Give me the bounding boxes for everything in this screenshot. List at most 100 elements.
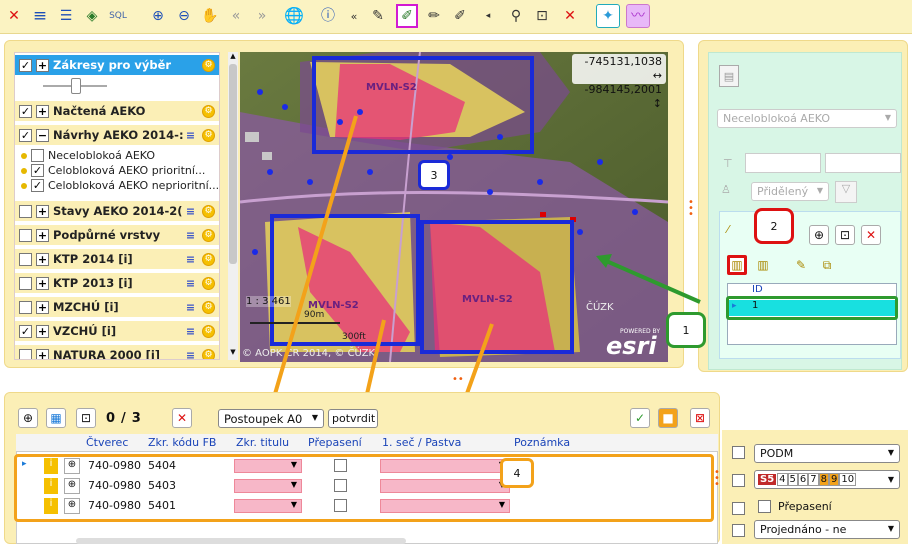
info-icon[interactable]: ⓘ (318, 6, 338, 26)
forward-icon[interactable]: » (252, 6, 272, 26)
list-icon[interactable]: ≡ (30, 6, 50, 26)
brush-icon[interactable]: 〰 (626, 4, 650, 28)
sublayer-checkbox[interactable]: ✓ (31, 179, 44, 192)
s5-badge[interactable]: S5 (758, 474, 777, 485)
list-icon[interactable]: ≡ (184, 253, 197, 266)
draw-icon[interactable]: ✐ (396, 4, 418, 28)
delete-icon[interactable]: ✕ (560, 6, 580, 26)
list-icon[interactable]: ≡ (184, 301, 197, 314)
expand-icon[interactable]: + (36, 300, 49, 314)
expand-icon[interactable]: + (36, 58, 49, 72)
layer-item[interactable]: + Stavy AEKO 2014-2( ≡ ⚙ (15, 201, 219, 221)
num-cell[interactable]: 4 (777, 473, 788, 486)
num-cell[interactable]: 6 (797, 473, 809, 486)
table-hscrollbar[interactable] (76, 538, 406, 544)
column-header[interactable]: Zkr. kódu FB (148, 436, 216, 449)
splitter-handle[interactable]: • • • (688, 198, 694, 220)
gear-icon[interactable]: ⚙ (202, 128, 215, 142)
num-cell[interactable]: 7 (808, 473, 819, 486)
num-cell[interactable]: 8 (818, 473, 830, 486)
cancel-save-icon[interactable]: ⊠ (690, 408, 710, 428)
expand-icon[interactable]: + (36, 252, 49, 266)
sql-icon[interactable]: SQL (108, 6, 128, 26)
list-icon[interactable]: ≡ (184, 229, 197, 242)
layer-item[interactable]: + KTP 2014 [i] ≡ ⚙ (15, 249, 219, 269)
delete-icon[interactable]: ✕ (861, 225, 881, 245)
opacity-slider-handle[interactable] (71, 78, 81, 94)
list-icon[interactable]: ≡ (184, 325, 197, 338)
layer-item[interactable]: + KTP 2013 [i] ≡ ⚙ (15, 273, 219, 293)
layer-checkbox[interactable] (19, 276, 32, 290)
pin-icon[interactable]: ⚲ (506, 6, 526, 26)
back-icon[interactable]: « (226, 6, 246, 26)
checkbox[interactable] (732, 446, 745, 459)
expand-icon[interactable]: + (36, 104, 49, 118)
collapse-icon[interactable]: « (344, 6, 364, 26)
expand-icon[interactable]: + (36, 276, 49, 290)
gear-icon[interactable]: ⚙ (202, 104, 215, 118)
postup-dropdown[interactable]: Postoupek A0 (218, 409, 324, 428)
expand-icon[interactable]: + (36, 204, 49, 218)
num-cell[interactable]: 9 (829, 473, 840, 486)
close-icon[interactable]: ✕ (4, 6, 24, 26)
scroll-down-icon[interactable]: ▼ (229, 348, 237, 358)
zoom-out-icon[interactable]: ⊖ (174, 6, 194, 26)
confirm-icon[interactable]: ✓ (630, 408, 650, 428)
layer-checkbox[interactable] (19, 300, 32, 314)
sublayer-checkbox[interactable]: ✓ (31, 164, 44, 177)
list-icon[interactable]: ≡ (184, 277, 197, 290)
status-dropdown[interactable]: Přidělený (751, 182, 829, 201)
layer-item[interactable]: ✓ + Načtená AEKO ⚙ (15, 101, 219, 121)
num-cell[interactable]: 5 (787, 473, 798, 486)
layer-checkbox[interactable]: ✓ (19, 58, 32, 72)
potvrdit-button[interactable]: potvrdit (328, 409, 378, 428)
expand-icon[interactable]: + (36, 324, 49, 338)
select-icon[interactable]: ⊡ (76, 408, 96, 428)
layer-checkbox[interactable]: ✓ (19, 324, 32, 338)
sublayer-item[interactable]: ✓ Celobloková AEKO neprioritní... (15, 178, 219, 193)
layers-icon[interactable]: ◈ (82, 6, 102, 26)
layer-checkbox[interactable] (19, 252, 32, 266)
edit-attr-icon[interactable]: ✎ (791, 255, 811, 275)
gear-icon[interactable]: ⚙ (202, 252, 215, 266)
zoom-in-icon[interactable]: ⊕ (148, 6, 168, 26)
layer-item-zakresy[interactable]: ✓ + Zákresy pro výběr ⚙ (15, 55, 219, 75)
scroll-thumb[interactable] (229, 64, 237, 264)
seč-picker[interactable]: S5 4 5 6 7 8 9 10 ▼ (754, 470, 900, 489)
layer-checkbox[interactable] (19, 348, 32, 359)
column-header[interactable]: Přepasení (308, 436, 362, 449)
chevron-down-icon[interactable]: ▼ (888, 475, 894, 484)
list-icon[interactable]: ≡ (184, 129, 197, 142)
sublayer-item[interactable]: ✓ Celobloková AEKO prioritní... (15, 163, 219, 178)
checkbox[interactable] (732, 502, 745, 515)
gear-icon[interactable]: ⚙ (202, 300, 215, 314)
arrow-icon[interactable]: ◂ (478, 6, 498, 26)
sublayer-item[interactable]: Neceloblokoá AEKO (15, 148, 219, 163)
document-icon[interactable]: ▤ (719, 65, 739, 87)
layer-item[interactable]: + Podpůrné vrstvy ≡ ⚙ (15, 225, 219, 245)
expand-icon[interactable]: + (36, 348, 49, 359)
eraser-icon[interactable]: ✐ (450, 6, 470, 26)
legend-icon[interactable]: ☰ (56, 6, 76, 26)
checkbox[interactable] (732, 524, 745, 537)
column-header[interactable]: Poznámka (514, 436, 570, 449)
filter-icon[interactable]: ▽ (835, 181, 857, 203)
layer-checkbox[interactable]: ✓ (19, 128, 32, 142)
column-header[interactable]: 1. seč / Pastva (382, 436, 461, 449)
text-field[interactable] (825, 153, 901, 173)
checkbox[interactable] (732, 474, 745, 487)
gear-icon[interactable]: ⚙ (202, 348, 215, 359)
delete-icon[interactable]: ✕ (172, 408, 192, 428)
prepaseni-checkbox[interactable] (758, 500, 771, 513)
magic-icon[interactable]: ✦ (596, 4, 620, 28)
layer-item[interactable]: + MZCHÚ [i] ≡ ⚙ (15, 297, 219, 317)
merge-icon[interactable]: ▥ (753, 255, 773, 275)
list-icon[interactable]: ≡ (184, 205, 197, 218)
aeko-type-dropdown[interactable]: Neceloblokoá AEKO (717, 109, 897, 128)
layer-item[interactable]: ✓ − Návrhy AEKO 2014-: ≡ ⚙ (15, 125, 219, 145)
map-icon[interactable]: ▦ (46, 408, 66, 428)
layer-scrollbar[interactable]: ▲ ▼ (228, 52, 238, 360)
layer-item[interactable]: ✓ + VZCHÚ [i] ≡ ⚙ (15, 321, 219, 341)
list-icon[interactable]: ≡ (184, 349, 197, 360)
gear-icon[interactable]: ⚙ (202, 228, 215, 242)
